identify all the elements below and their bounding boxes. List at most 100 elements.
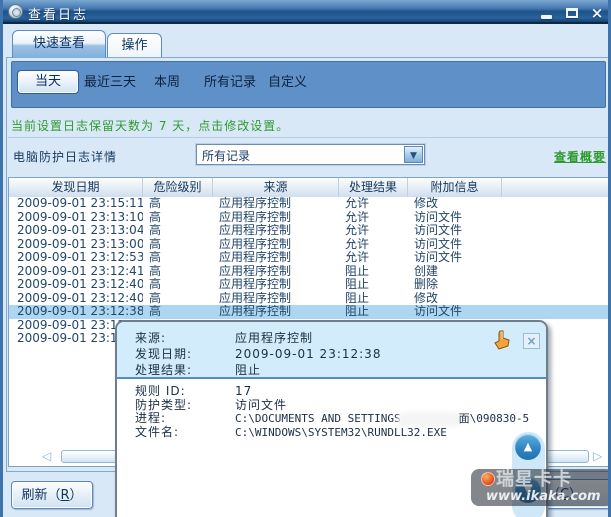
table-cell: 应用程序控制 (219, 224, 292, 237)
minimize-button[interactable] (539, 7, 555, 20)
table-cell: 阻止 (345, 264, 370, 278)
title-bar: 查看日志 × (3, 0, 608, 24)
table-cell: 2009-09-01 23:13:00 (17, 237, 143, 251)
popup-field-value: 阻止 (235, 363, 262, 377)
column-header-1[interactable]: 危险级别 (143, 178, 213, 197)
column-header-4[interactable]: 附加信息 (408, 178, 502, 197)
refresh-button[interactable]: 刷新（R） (11, 481, 93, 509)
table-row[interactable]: 2009-09-01 23:12:53 高 应用程序控制 允许 访问文件 (9, 251, 608, 265)
popup-field-label: 处理结果: (135, 363, 193, 377)
toolbar-button-all-records[interactable]: 所有记录 (204, 71, 256, 94)
table-cell: 高 (149, 305, 162, 318)
popup-field-row: 规则 ID: 17 (135, 384, 546, 399)
table-cell: 应用程序控制 (219, 251, 292, 264)
popup-field-value: C:\WINDOWS\SYSTEM32\RUNDLL32.EXE (235, 425, 447, 439)
table-cell: 2009-09-01 23:12:41 (17, 264, 143, 278)
retention-notice[interactable]: 当前设置日志保留天数为 7 天，点击修改设置。 (11, 117, 289, 134)
table-cell: 2009-09-01 23:13:04 (17, 224, 143, 237)
table-cell: 修改 (414, 291, 439, 305)
ikaka-watermark: 瑞星卡卡 www.ikaka.com (471, 469, 608, 506)
table-cell: 高 (149, 251, 162, 264)
toolbar-button-custom[interactable]: 自定义 (268, 71, 307, 94)
table-cell: 允许 (345, 210, 370, 224)
table-cell: 访问文件 (414, 224, 463, 237)
column-header-0[interactable]: 发现日期 (9, 178, 143, 197)
table-cell: 2009-09-01 23:13:10 (17, 210, 143, 224)
table-row[interactable]: 2009-09-01 23:15:11 高 应用程序控制 允许 修改 (9, 197, 608, 211)
kaka-logo-icon (481, 472, 495, 486)
toolbar-button-last-3-days[interactable]: 最近三天 (84, 71, 136, 94)
popup-field-row: 文件名: C:\WINDOWS\SYSTEM32\RUNDLL32.EXE (135, 424, 546, 440)
popup-field-label: 文件名: (135, 424, 180, 439)
app-logo-icon (8, 4, 23, 19)
separator-line (8, 137, 608, 138)
table-cell: 修改 (414, 197, 439, 210)
popup-body: 规则 ID: 17 防护类型: 访问文件 进程: C:\DOCUMENTS AND SET… (117, 381, 546, 439)
table-cell: 高 (149, 291, 162, 305)
popup-close-button[interactable]: × (523, 333, 540, 349)
popup-field-value: 17 (235, 384, 253, 398)
tab-actions[interactable]: 操作 (107, 33, 162, 57)
scroll-up-button[interactable]: ▲ (515, 434, 541, 460)
dropdown-selected-value: 所有记录 (202, 149, 251, 163)
table-row[interactable]: 2009-09-01 23:13:04 高 应用程序控制 允许 访问文件 (9, 224, 608, 238)
popup-field-label: 进程: (135, 411, 167, 425)
refresh-accesskey: R (60, 488, 70, 503)
column-header-3[interactable]: 处理结果 (339, 178, 408, 197)
table-cell: 高 (149, 197, 162, 210)
watermark-brand: 瑞星卡卡 (480, 470, 608, 489)
table-row[interactable]: 2009-09-01 23:13:00 高 应用程序控制 允许 访问文件 (9, 238, 608, 252)
table-cell: 高 (149, 237, 162, 251)
table-cell: 高 (149, 224, 162, 237)
popup-header: 来源: 应用程序控制 发现日期: 2009-09-01 23:12:38 处理结果: 阻止 (117, 322, 546, 379)
popup-field-value: C:\DOCUMENTS AND SETTINGS 面\090830-5 (235, 412, 530, 425)
table-row[interactable]: 2009-09-01 23:12:40 高 应用程序控制 阻止 修改 (9, 292, 608, 306)
tab-quick-view[interactable]: 快速查看 (12, 30, 106, 58)
table-cell: 2009-09-01 23:12:38 (17, 305, 143, 318)
refresh-label: 刷新（ (21, 488, 61, 503)
scroll-left-icon[interactable]: ◁ (42, 449, 51, 464)
table-cell: 阻止 (345, 278, 370, 291)
scroll-right-icon[interactable]: ▷ (593, 449, 602, 464)
table-cell: 允许 (345, 224, 370, 237)
popup-field-label: 规则 ID: (135, 384, 186, 398)
popup-field-value: 访问文件 (235, 397, 288, 412)
popup-field-value: 应用程序控制 (235, 331, 314, 345)
table-cell: 高 (149, 264, 162, 278)
dropdown-arrow-button[interactable]: ▼ (404, 146, 423, 163)
table-cell: 2009-09-01 23:12:53 (17, 251, 143, 264)
popup-field-row: 防护类型: 访问文件 (135, 397, 546, 413)
table-cell: 高 (149, 278, 162, 291)
column-header-2[interactable]: 来源 (213, 178, 339, 197)
table-cell: 允许 (345, 197, 370, 210)
table-cell: 阻止 (345, 291, 370, 305)
maximize-button[interactable] (564, 7, 580, 20)
close-window-button[interactable]: × (589, 6, 605, 21)
redacted-text (400, 414, 459, 424)
table-cell: 访问文件 (414, 305, 463, 318)
chevron-down-icon: ▼ (410, 151, 417, 161)
popup-field-row: 处理结果: 阻止 (135, 362, 546, 378)
toolbar-button-today[interactable]: 当天 (17, 70, 79, 94)
table-cell: 2009-09-01 23:12:40 (17, 278, 143, 291)
table-cell: 访问文件 (414, 210, 463, 224)
window-title: 查看日志 (28, 8, 89, 23)
minimize-icon (541, 15, 552, 19)
table-row[interactable]: 2009-09-01 23:12:38 高 应用程序控制 阻止 访问文件 (9, 305, 608, 319)
table-row[interactable]: 2009-09-01 23:12:41 高 应用程序控制 阻止 创建 (9, 265, 608, 279)
record-type-dropdown[interactable]: 所有记录 ▼ (196, 144, 425, 165)
toolbar-button-this-week[interactable]: 本周 (154, 71, 180, 94)
table-cell: 应用程序控制 (219, 278, 292, 291)
popup-field-row: 来源: 应用程序控制 (135, 330, 546, 346)
table-cell: 删除 (414, 278, 439, 291)
table-cell: 阻止 (345, 305, 370, 318)
hand-cursor-icon (494, 330, 510, 350)
table-row[interactable]: 2009-09-01 23:12:40 高 应用程序控制 阻止 删除 (9, 278, 608, 292)
tab-actions-label: 操作 (121, 38, 148, 53)
popup-field-label: 来源: (135, 331, 167, 345)
popup-field-row: 发现日期: 2009-09-01 23:12:38 (135, 346, 546, 362)
table-row[interactable]: 2009-09-01 23:13:10 高 应用程序控制 允许 访问文件 (9, 211, 608, 225)
view-summary-link[interactable]: 查看概要 (554, 148, 606, 165)
watermark-url: www.ikaka.com (486, 489, 601, 504)
table-cell: 应用程序控制 (219, 237, 292, 251)
